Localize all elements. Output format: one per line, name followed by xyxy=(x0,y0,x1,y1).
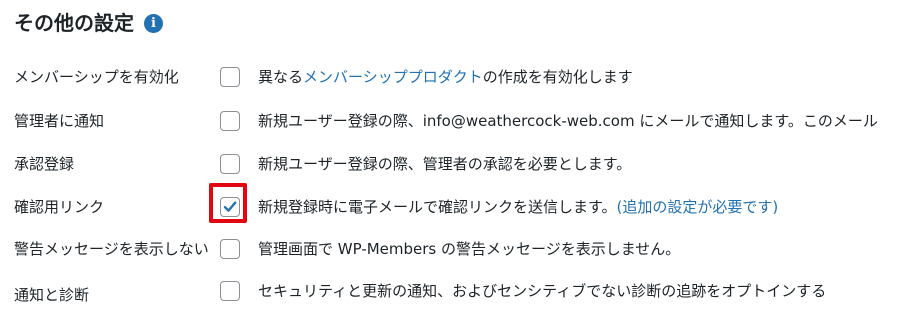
section-title: その他の設定 xyxy=(14,11,134,35)
setting-row-diagnostics: 通知と診断 セキュリティと更新の通知、およびセンシティブでない診断の追跡をオプト… xyxy=(0,281,900,311)
setting-row-hide-warnings: 警告メッセージを表示しない 管理画面で WP-Members の警告メッセージを… xyxy=(0,237,900,267)
setting-desc-confirmation-link: 新規登録時に電子メールで確認リンクを送信します。(追加の設定が必要です) xyxy=(258,196,778,218)
setting-desc-approval: 新規ユーザー登録の際、管理者の承認を必要とします。 xyxy=(258,155,632,173)
setting-row-membership: メンバーシップを有効化 異なるメンバーシッププロダクトの作成を有効化します xyxy=(0,63,900,93)
setting-desc-diagnostics: セキュリティと更新の通知、およびセンシティブでない診断の追跡をオプトインする xyxy=(258,282,827,300)
hide-warnings-checkbox[interactable] xyxy=(220,239,240,259)
setting-label-approval: 承認登録 xyxy=(14,155,75,173)
setting-label-membership: メンバーシップを有効化 xyxy=(14,68,179,86)
membership-checkbox[interactable] xyxy=(220,67,240,87)
desc-text: 異なる xyxy=(258,68,304,86)
info-icon[interactable]: i xyxy=(144,14,163,33)
notify-admin-checkbox[interactable] xyxy=(220,111,240,131)
setting-label-notify-admin: 管理者に通知 xyxy=(14,112,105,130)
setting-row-notify-admin: 管理者に通知 新規ユーザー登録の際、info@weathercock-web.c… xyxy=(0,107,900,137)
setting-label-confirmation-link: 確認用リンク xyxy=(14,198,105,216)
other-settings-panel: その他の設定 i メンバーシップを有効化 異なるメンバーシッププロダクトの作成を… xyxy=(0,0,900,313)
setting-desc-membership: 異なるメンバーシッププロダクトの作成を有効化します xyxy=(258,66,633,88)
setting-row-approval: 承認登録 新規ユーザー登録の際、管理者の承認を必要とします。 xyxy=(0,150,900,180)
diagnostics-checkbox[interactable] xyxy=(220,281,240,301)
setting-desc-hide-warnings: 管理画面で WP-Members の警告メッセージを表示しません。 xyxy=(258,240,681,258)
membership-products-link[interactable]: メンバーシッププロダクト xyxy=(303,68,483,86)
section-header: その他の設定 i xyxy=(14,8,163,38)
desc-text: 新規登録時に電子メールで確認リンクを送信します。 xyxy=(258,198,617,216)
setting-label-hide-warnings: 警告メッセージを表示しない xyxy=(14,240,209,258)
setting-row-confirmation-link: 確認用リンク 新規登録時に電子メールで確認リンクを送信します。(追加の設定が必要… xyxy=(0,193,900,223)
additional-settings-link[interactable]: (追加の設定が必要です) xyxy=(617,198,779,216)
highlight-box xyxy=(209,183,247,223)
desc-text: の作成を有効化します xyxy=(482,68,633,86)
setting-desc-notify-admin: 新規ユーザー登録の際、info@weathercock-web.com にメール… xyxy=(258,112,878,130)
setting-label-diagnostics: 通知と診断 xyxy=(14,286,90,304)
approval-checkbox[interactable] xyxy=(220,154,240,174)
